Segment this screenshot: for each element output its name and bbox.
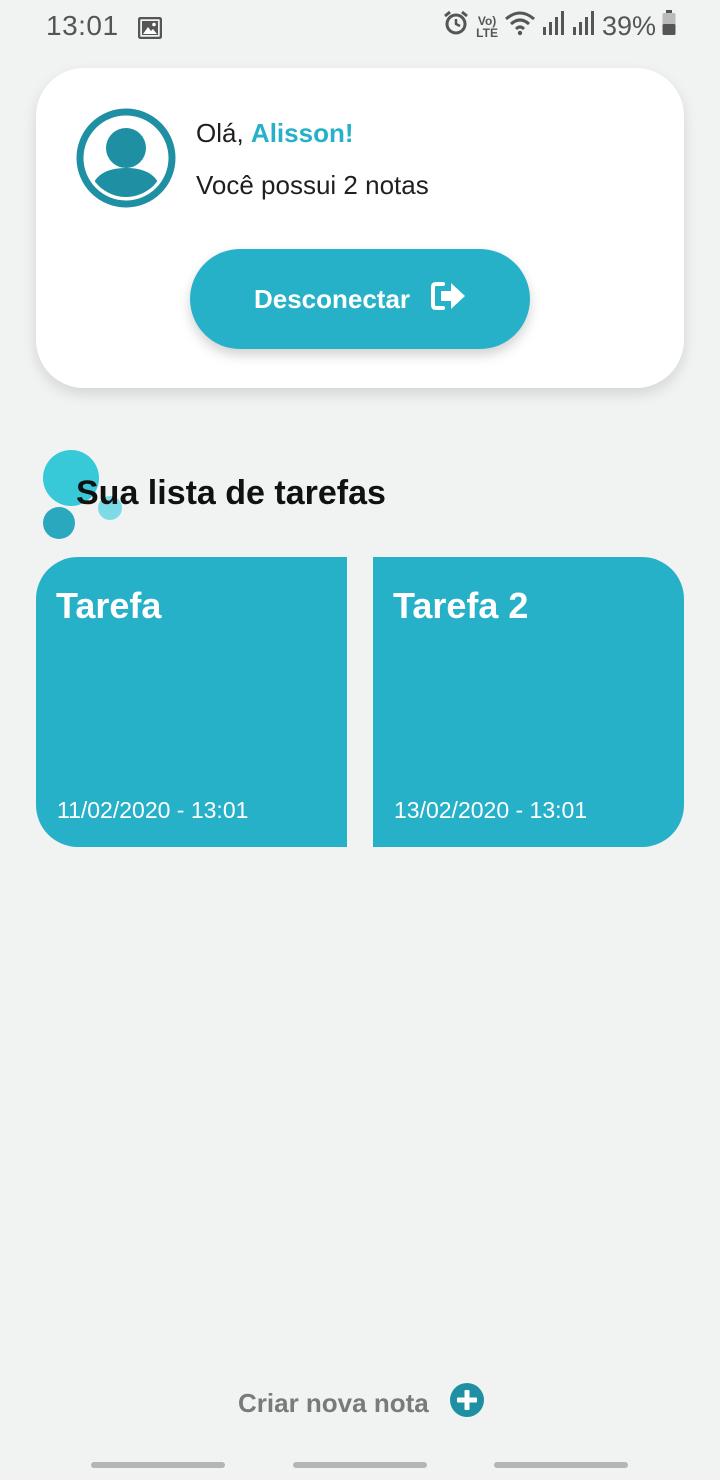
- signal-icon: [572, 10, 596, 43]
- task-title: Tarefa: [56, 585, 162, 626]
- nav-home-button[interactable]: [293, 1462, 427, 1468]
- greeting-prefix: Olá,: [196, 118, 251, 148]
- status-time: 13:01: [46, 10, 119, 41]
- nav-back-button[interactable]: [494, 1462, 628, 1468]
- create-note-label: Criar nova nota: [238, 1388, 429, 1418]
- battery-percent: 39%: [601, 11, 656, 41]
- section-title: Sua lista de tarefas: [76, 474, 386, 512]
- volte-label: Vo): [477, 13, 497, 28]
- task-date: 11/02/2020 - 13:01: [57, 797, 249, 823]
- task-card[interactable]: Tarefa 2 13/02/2020 - 13:01: [373, 557, 684, 847]
- greeting: Olá, Alisson!: [196, 118, 354, 149]
- image-icon: [137, 14, 163, 46]
- wifi-icon: [504, 10, 536, 43]
- notes-count-message: Você possui 2 notas: [196, 170, 429, 200]
- task-title: Tarefa 2: [393, 585, 529, 626]
- task-date: 13/02/2020 - 13:01: [394, 797, 588, 823]
- task-card[interactable]: Tarefa 11/02/2020 - 13:01: [36, 557, 347, 847]
- lte-label: LTE: [476, 25, 498, 40]
- decorative-bubble-medium: [43, 507, 75, 539]
- signal-icon: [542, 10, 566, 43]
- user-name: Alisson!: [250, 118, 354, 148]
- volte-icon: Vo) LTE: [476, 15, 498, 39]
- avatar: [76, 108, 176, 208]
- plus-circle-icon: [449, 1382, 485, 1425]
- profile-card: Olá, Alisson! Você possui 2 notas Descon…: [36, 68, 684, 388]
- user-avatar-icon: [76, 108, 176, 208]
- sign-out-icon: [430, 281, 466, 318]
- logout-label: Desconectar: [253, 283, 411, 314]
- status-icons: Vo) LTE 39%: [442, 9, 676, 44]
- battery-icon: [662, 10, 676, 43]
- alarm-icon: [442, 9, 470, 44]
- navigation-bar: [0, 1456, 720, 1480]
- nav-recents-button[interactable]: [91, 1462, 225, 1468]
- logout-button[interactable]: Desconectar: [190, 249, 530, 349]
- status-bar: 13:01 Vo) LTE 39%: [0, 0, 720, 52]
- create-note-button[interactable]: Criar nova nota: [238, 1382, 485, 1425]
